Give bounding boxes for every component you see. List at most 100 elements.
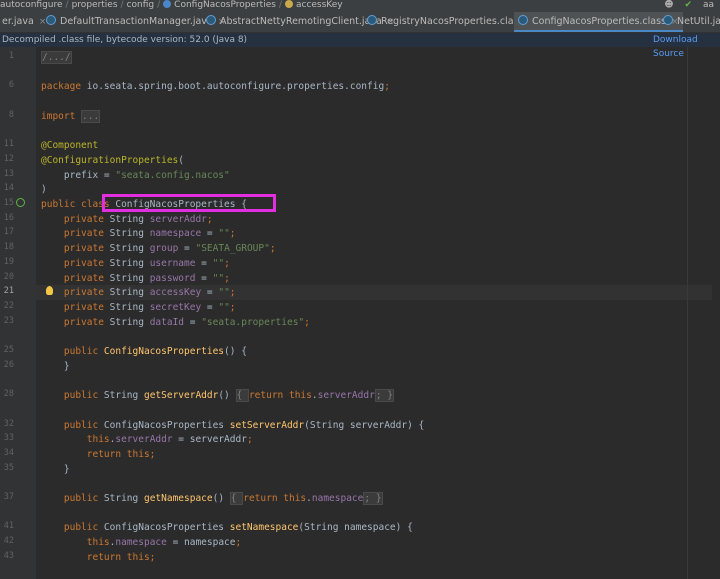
tab-label: AbstractNettyRemotingClient.java xyxy=(220,16,382,27)
code-line[interactable]: ) xyxy=(41,182,47,197)
code-token: ; xyxy=(224,272,230,284)
code-line[interactable]: private String group = "SEATA_GROUP"; xyxy=(41,241,276,256)
class-icon xyxy=(46,15,56,25)
class-icon xyxy=(518,15,528,25)
breadcrumb-item-class[interactable]: ConfigNacosProperties xyxy=(174,0,276,11)
code-token: public xyxy=(41,493,104,504)
code-line[interactable]: private String accessKey = ""; xyxy=(41,285,236,300)
breadcrumb: autoconfigure / properties / config / ConfigNa… xyxy=(0,0,720,12)
code-line[interactable]: } xyxy=(41,462,70,477)
tab-default-transaction-manager[interactable]: DefaultTransactionManager.java × xyxy=(46,12,225,32)
code-editor[interactable]: /.../ package io.seata.spring.boot.autoco… xyxy=(36,47,720,579)
tab-er-java[interactable]: er.java × xyxy=(2,12,46,32)
code-token: serverAddr xyxy=(317,390,375,402)
code-token: namespace xyxy=(149,228,202,240)
code-token: namespace xyxy=(311,493,364,504)
code-line[interactable]: public String getNamespace() { return th… xyxy=(41,491,383,506)
code-token: username xyxy=(149,257,196,269)
line-number: 8 xyxy=(8,109,14,120)
run-config-select[interactable]: aa xyxy=(703,0,714,11)
line-number: 20 xyxy=(3,271,14,282)
code-token: ... xyxy=(81,109,101,123)
run-gutter-icon[interactable] xyxy=(16,198,25,207)
code-token: return this xyxy=(41,551,150,563)
code-token: "SEATA_GROUP" xyxy=(195,243,270,255)
breadcrumb-item-properties[interactable]: properties xyxy=(72,0,118,11)
code-line[interactable]: private String namespace = ""; xyxy=(41,226,236,241)
code-line[interactable]: private String dataId = "seata.propertie… xyxy=(41,315,310,330)
tab-config-nacos-properties[interactable]: ConfigNacosProperties.class × xyxy=(514,12,683,32)
code-line[interactable]: @Component xyxy=(41,138,98,153)
line-number-gutter[interactable]: 1 6 8 11 12 13 14 15 16 17 18 19 20 21 22 23 25 26 28 32 33 3… xyxy=(0,47,36,579)
user-icon[interactable]: ☻ xyxy=(664,0,673,11)
code-token: private xyxy=(41,228,110,240)
code-token: private xyxy=(41,316,110,328)
breadcrumb-item-config[interactable]: config xyxy=(127,0,155,11)
class-icon xyxy=(663,15,673,25)
code-line[interactable]: package io.seata.spring.boot.autoconfigu… xyxy=(41,79,390,94)
code-line[interactable]: import ... xyxy=(41,109,101,124)
code-line[interactable]: } xyxy=(41,359,70,374)
code-line[interactable]: public String getServerAddr() { return t… xyxy=(41,388,394,403)
code-line[interactable]: return this; xyxy=(41,447,156,462)
line-number: 15 xyxy=(3,198,14,208)
code-token: public xyxy=(41,419,104,431)
code-token: ; xyxy=(149,551,156,563)
line-number: 28 xyxy=(3,389,14,400)
code-token: } xyxy=(41,360,70,372)
editor-tabs: er.java × DefaultTransactionManager.java ×… xyxy=(0,12,720,33)
code-line[interactable]: private String serverAddr; xyxy=(41,212,213,227)
code-token: ; xyxy=(229,301,236,313)
code-token: return this xyxy=(41,448,150,460)
code-line[interactable]: prefix = "seata.config.nacos" xyxy=(41,168,230,183)
toolbar-right: ☻ ✔ aa xyxy=(664,0,714,11)
line-number: 33 xyxy=(3,433,14,444)
code-token: return this xyxy=(243,493,307,504)
code-token: = xyxy=(201,301,219,313)
build-icon[interactable]: ✔ xyxy=(685,0,693,11)
line-number: 1 xyxy=(8,51,14,61)
code-token: = serverAddr xyxy=(172,434,247,446)
code-token: this xyxy=(41,434,110,446)
code-token: { xyxy=(235,389,249,403)
breadcrumb-item-autoconfigure[interactable]: autoconfigure xyxy=(0,0,63,11)
code-token: ; xyxy=(224,257,230,269)
code-token: ; xyxy=(304,316,310,328)
lightbulb-icon[interactable] xyxy=(46,286,53,295)
editor-scrollbar[interactable] xyxy=(712,47,720,579)
code-token: String xyxy=(109,287,150,299)
code-token: = xyxy=(195,257,213,269)
tab-netutil-java[interactable]: NetUtil.java xyxy=(663,12,720,32)
code-token: (String namespace) { xyxy=(298,522,413,534)
code-token: String xyxy=(109,257,150,269)
line-number: 37 xyxy=(3,492,14,502)
code-line[interactable]: private String password = ""; xyxy=(41,271,230,286)
code-line[interactable]: /.../ xyxy=(41,50,72,65)
tab-registry-nacos-properties[interactable]: RegistryNacosProperties.class× xyxy=(367,12,536,32)
code-line[interactable]: public ConfigNacosProperties setNamespac… xyxy=(41,520,413,535)
line-number: 18 xyxy=(3,242,14,253)
line-number: 43 xyxy=(3,550,14,561)
line-number: 21 xyxy=(3,286,14,297)
code-token: ; xyxy=(384,81,390,93)
highlight-box xyxy=(102,194,276,212)
code-token: accessKey xyxy=(149,287,202,299)
code-line[interactable]: public ConfigNacosProperties setServerAd… xyxy=(41,418,424,433)
code-line[interactable]: return this; xyxy=(41,550,156,565)
code-token: "" xyxy=(218,301,230,313)
code-line[interactable]: public ConfigNacosProperties() { xyxy=(41,344,247,359)
code-token: String xyxy=(109,213,150,225)
code-token: getServerAddr xyxy=(143,390,219,402)
code-token: io.seata.spring.boot.autoconfigure.prope… xyxy=(86,81,385,93)
code-line[interactable]: private String username = ""; xyxy=(41,256,230,271)
code-line[interactable]: this.namespace = namespace; xyxy=(41,535,241,550)
tab-label: NetUtil.java xyxy=(677,16,720,27)
code-token: = xyxy=(201,287,219,299)
breadcrumb-item-field[interactable]: accessKey xyxy=(296,0,343,11)
line-number: 35 xyxy=(3,462,14,473)
code-line[interactable]: @ConfigurationProperties( xyxy=(41,153,184,168)
code-line[interactable]: this.serverAddr = serverAddr; xyxy=(41,432,253,447)
code-line[interactable]: private String secretKey = ""; xyxy=(41,300,236,315)
code-token: dataId xyxy=(149,316,185,328)
class-icon xyxy=(163,0,172,8)
